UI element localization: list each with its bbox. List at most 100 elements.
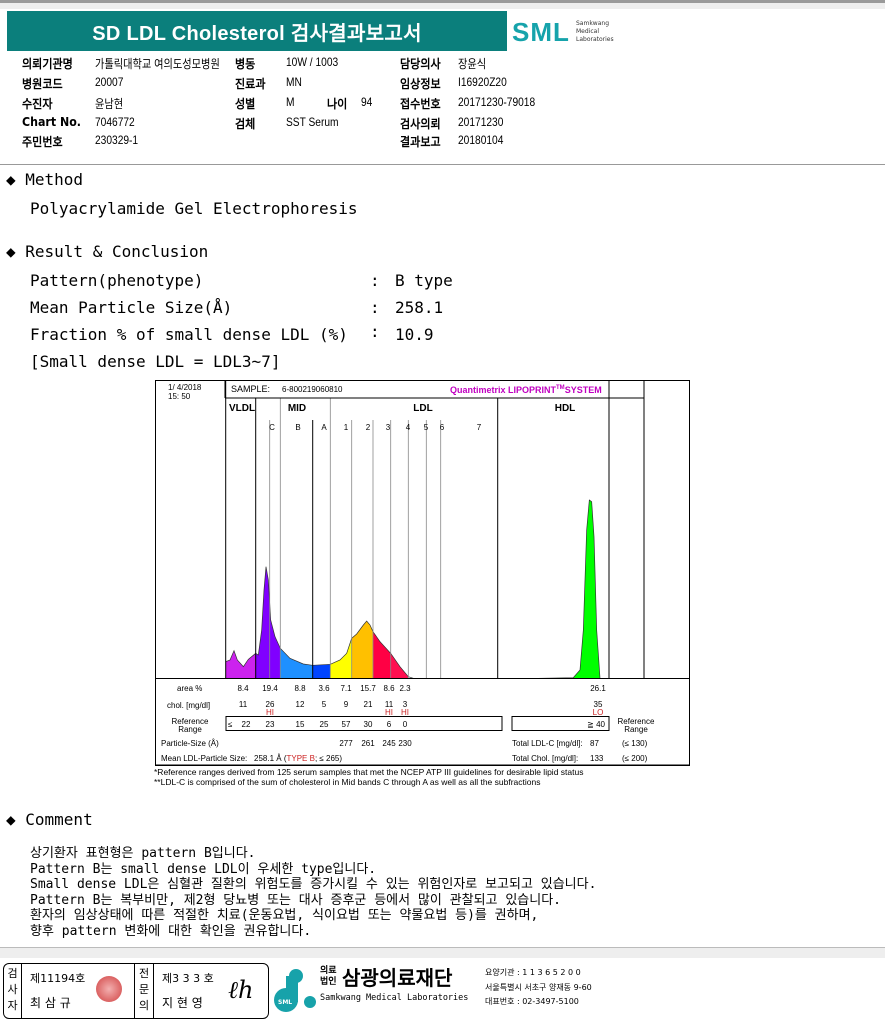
mean-label: Mean LDL-Particle Size: <box>161 754 247 763</box>
org-name: 삼광의료재단 <box>342 966 453 990</box>
footnote-2: **LDL-C is comprised of the sum of chole… <box>154 777 540 787</box>
band-label-5: 5 <box>424 423 429 432</box>
method-heading-text: Method <box>25 170 84 189</box>
svg-text:SML: SML <box>278 999 292 1006</box>
band-label-c: C <box>269 423 275 432</box>
comment-line: 상기환자 표현형은 pattern B입니다. <box>30 846 256 861</box>
info-value: 230329-1 <box>95 133 139 147</box>
particle-size-value: 277 <box>339 739 353 748</box>
footer-bar <box>0 947 885 958</box>
comment-line: 향후 pattern 변화에 대한 확인을 권유합니다. <box>30 923 312 939</box>
lipoprint-chart: 1/ 4/2018 15: 50 SAMPLE: 6-800219060810 … <box>154 380 690 787</box>
band-label-b: B <box>295 423 300 432</box>
hdl-flag: LO <box>593 708 604 717</box>
comment-text: 상기환자 표현형은 pattern B입니다. Pattern B는 small … <box>30 846 596 939</box>
area-value: 8.4 <box>237 684 249 693</box>
particle-size-value: 261 <box>361 739 375 748</box>
doctor-name: 지 현 영 <box>162 996 203 1010</box>
info-label: Chart No. <box>22 115 81 129</box>
area-value: 2.3 <box>399 684 411 693</box>
chol-value: 5 <box>322 700 327 709</box>
ref-value: 0 <box>403 720 408 729</box>
sml-logo-subtitle: Samkwang Medical Laboratories <box>576 20 614 43</box>
method-text: Polyacrylamide Gel Electrophoresis <box>30 199 358 218</box>
band-label-3: 3 <box>386 423 391 432</box>
sample-label: SAMPLE: <box>231 384 270 394</box>
area-value: 8.8 <box>294 684 306 693</box>
result-colon: : <box>370 298 380 317</box>
chol-total-ref: (≤ 200) <box>622 754 648 763</box>
institution-code: 요양기관 : 1 1 3 6 5 2 0 0 <box>485 968 581 977</box>
comment-line: Small dense LDL은 심혈관 질환의 위험도를 증가시킬 수 있는 … <box>30 877 597 892</box>
ref-value: 23 <box>266 720 275 729</box>
group-vldl: VLDL <box>229 403 255 414</box>
particle-size-value: 245 <box>382 739 396 748</box>
info-value: 20171230-79018 <box>458 95 536 109</box>
mean-value: 258.1 Å (TYPE B; ≤ 265) <box>254 754 342 763</box>
size-label: Particle-Size (Å) <box>161 739 219 748</box>
system-name: Quantimetrix LIPOPRINTTMSYSTEM <box>450 385 602 395</box>
group-mid: MID <box>288 403 306 414</box>
area-value: 3.6 <box>318 684 330 693</box>
comment-line: Pattern B는 small dense LDL이 우세한 type입니다. <box>30 861 377 877</box>
result-label-pattern: Pattern(phenotype) <box>30 271 204 290</box>
band-label-2: 2 <box>366 423 371 432</box>
hdl-area: 26.1 <box>590 684 606 693</box>
band-label-4: 4 <box>406 423 411 432</box>
ldl-total-ref: (≤ 130) <box>622 739 648 748</box>
ldl-total-value: 87 <box>590 739 599 748</box>
info-value: 윤남현 <box>95 97 124 111</box>
examiner-name: 최 삼 규 <box>30 996 71 1010</box>
chol-value: 11 <box>239 700 248 709</box>
chol-value: 21 <box>364 700 373 709</box>
signature-box: 검사자 제11194호 최 삼 규 전문의 제3 3 3 호 지 현 영 ℓh <box>3 963 269 1019</box>
seal-icon <box>96 976 122 1002</box>
info-label: 의뢰기관명 <box>22 57 73 71</box>
band-label-6: 6 <box>440 423 445 432</box>
doctor-label: 전문의 <box>134 964 154 1018</box>
result-value-size: 258.1 <box>395 298 444 317</box>
particle-size-value: 230 <box>398 739 412 748</box>
report-title: SD LDL Cholesterol 검사결과보고서 <box>7 11 507 51</box>
ref-value: 6 <box>387 720 392 729</box>
chol-value: 9 <box>344 700 349 709</box>
top-bar <box>0 3 885 9</box>
info-label: 성별 <box>235 97 256 111</box>
result-label-fraction: Fraction % of small dense LDL (%) <box>30 325 348 344</box>
result-heading-text: Result & Conclusion <box>25 242 209 261</box>
area-value: 19.4 <box>262 684 278 693</box>
org-english-name: Samkwang Medical Laboratories <box>320 993 469 1003</box>
band-label-1: 1 <box>344 423 349 432</box>
result-colon: : <box>370 271 380 290</box>
divider <box>0 164 885 165</box>
result-label-size: Mean Particle Size(Å) <box>30 298 233 317</box>
age-value: 94 <box>361 95 373 109</box>
info-label: 진료과 <box>235 77 266 91</box>
result-value-fraction: 10.9 <box>395 325 434 344</box>
result-value-pattern: B type <box>395 271 453 290</box>
age-label: 나이 <box>327 97 348 111</box>
chol-flag: HI <box>385 708 393 717</box>
info-value: 20171230 <box>458 115 504 129</box>
ldl-total-label: Total LDL-C [mg/dl]: <box>512 739 583 748</box>
chol-flag: HI <box>266 708 274 717</box>
ref-value: 25 <box>320 720 329 729</box>
comment-line: Pattern B는 복부비만, 제2형 당뇨병 또는 대사 증후군 등에서 많… <box>30 892 561 908</box>
info-label: 임상정보 <box>400 77 441 91</box>
chol-total-label: Total Chol. [mg/dl]: <box>512 754 578 763</box>
sml-logo: SML <box>512 17 570 47</box>
ref-value: 30 <box>364 720 373 729</box>
info-value: M <box>286 95 295 109</box>
chart-time: 15: 50 <box>168 392 191 401</box>
info-label: 결과보고 <box>400 135 441 149</box>
area-value: 15.7 <box>360 684 376 693</box>
sml-foundation-logo-icon: SML <box>274 969 316 1012</box>
comment-heading: ◆ Comment <box>6 810 93 829</box>
info-value: MN <box>286 75 302 89</box>
info-value: SST Serum <box>286 115 339 129</box>
area-label: area % <box>177 684 202 693</box>
info-label: 수진자 <box>22 97 53 111</box>
group-ldl: LDL <box>413 403 432 414</box>
ref-value: 15 <box>296 720 305 729</box>
info-value: 10W / 1003 <box>286 55 339 69</box>
